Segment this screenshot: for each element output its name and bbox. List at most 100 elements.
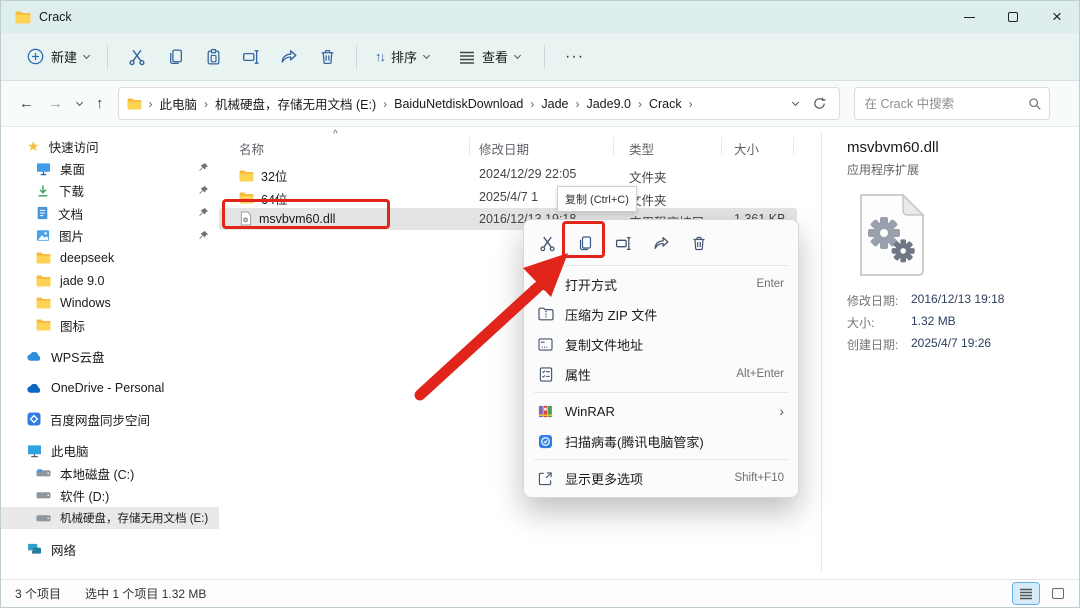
sidebar-item-label: 图标	[60, 319, 86, 334]
menu-item-label: 压缩为 ZIP 文件	[565, 307, 658, 323]
toolbar-separator	[544, 44, 546, 69]
share-menu-button[interactable]	[650, 232, 672, 254]
copy-menu-button[interactable]	[574, 232, 596, 254]
menu-item-virus-scan[interactable]: 扫描病毒(腾讯电脑管家)	[524, 426, 798, 456]
new-plus-icon	[27, 48, 44, 65]
sidebar-item-onedrive[interactable]: OneDrive - Personal	[1, 377, 219, 399]
selection-info: 选中 1 个项目 1.32 MB	[85, 587, 207, 601]
sort-ascending-icon: ^	[333, 129, 338, 140]
menu-item-winrar[interactable]: WinRAR ›	[524, 396, 798, 426]
large-thumbnails-view-button[interactable]	[1045, 583, 1071, 604]
file-modified: 2025/4/7 1	[479, 189, 539, 204]
sidebar-item-documents[interactable]: 文档	[1, 202, 219, 224]
breadcrumb-item-crack[interactable]: Crack	[649, 97, 682, 111]
column-header-type[interactable]: 类型	[629, 139, 654, 158]
menu-item-show-more-options[interactable]: 显示更多选项 Shift+F10	[524, 463, 798, 493]
sidebar-item-pictures[interactable]: 图片	[1, 225, 219, 247]
breadcrumb-item-baidunetdiskdownload[interactable]: BaiduNetdiskDownload	[394, 97, 523, 111]
details-created-value: 2025/4/7 19:26	[911, 336, 992, 350]
rename-button[interactable]	[232, 48, 270, 66]
see-more-button[interactable]: ···	[555, 48, 594, 66]
search-box[interactable]	[853, 87, 1050, 120]
menu-item-open-with[interactable]: 打开方式 Enter	[524, 269, 798, 299]
search-input[interactable]	[862, 95, 1028, 112]
search-icon	[1028, 97, 1042, 111]
paste-button[interactable]	[194, 48, 232, 66]
sidebar-item-quick-access[interactable]: ★ 快速访问	[1, 135, 219, 157]
copy-icon	[579, 235, 592, 250]
breadcrumb-item-drive-e[interactable]: 机械硬盘，存储无用文档 (E:)	[215, 94, 376, 113]
back-button[interactable]: ←	[19, 95, 34, 112]
breadcrumb-item-jade[interactable]: Jade	[541, 97, 568, 111]
breadcrumb[interactable]: › 此电脑 › 机械硬盘，存储无用文档 (E:) › BaiduNetdiskD…	[117, 87, 840, 120]
sidebar-item-drive-d[interactable]: 软件 (D:)	[1, 484, 219, 506]
address-dropdown-chevron[interactable]	[791, 98, 799, 106]
file-explorer-window: Crack × 新建 ↑↓ 排序 查看 ··· ← → ↑ › 此电脑 › 机械…	[0, 0, 1080, 608]
view-button-label: 查看	[482, 50, 509, 65]
sidebar-item-baidu-sync[interactable]: 百度网盘同步空间	[1, 408, 219, 430]
column-separator[interactable]	[793, 137, 794, 155]
column-header-name[interactable]: 名称	[239, 139, 264, 158]
sidebar-item-downloads[interactable]: 下载	[1, 180, 219, 202]
view-button[interactable]: 查看	[451, 41, 528, 72]
menu-item-label: WinRAR	[565, 403, 615, 419]
paste-icon	[207, 48, 219, 65]
column-separator[interactable]	[469, 137, 470, 155]
delete-menu-button[interactable]	[688, 232, 710, 254]
breadcrumb-separator: ›	[148, 96, 153, 111]
sidebar-item-this-pc[interactable]: 此电脑	[1, 440, 219, 462]
menu-item-properties[interactable]: 属性 Alt+Enter	[524, 359, 798, 389]
sidebar-item-deepseek[interactable]: deepseek	[1, 247, 219, 269]
pin-icon	[198, 185, 209, 196]
properties-icon	[536, 366, 555, 382]
close-button[interactable]: ×	[1035, 1, 1079, 33]
share-icon	[653, 236, 669, 249]
copy-button[interactable]	[156, 48, 194, 66]
menu-item-copy-path[interactable]: 复制文件地址	[524, 329, 798, 359]
cut-button[interactable]	[118, 48, 156, 66]
sidebar-item-windows[interactable]: Windows	[1, 292, 219, 314]
minimize-button[interactable]	[947, 1, 991, 33]
minimize-icon	[963, 16, 975, 18]
refresh-button[interactable]	[812, 96, 827, 111]
forward-button[interactable]: →	[48, 95, 63, 112]
rename-menu-button[interactable]	[612, 232, 634, 254]
sort-button[interactable]: ↑↓ 排序	[367, 41, 437, 72]
column-header-size[interactable]: 大小	[734, 139, 759, 158]
sidebar-item-desktop[interactable]: 桌面	[1, 157, 219, 179]
share-icon	[281, 49, 297, 63]
cut-icon	[539, 236, 555, 251]
sidebar-item-drive-e[interactable]: 机械硬盘，存储无用文档 (E:)	[1, 506, 219, 530]
recent-locations-chevron[interactable]	[75, 98, 84, 106]
menu-item-compress-zip[interactable]: 压缩为 ZIP 文件	[524, 299, 798, 329]
up-button[interactable]: ↑	[96, 95, 104, 112]
details-view-button[interactable]	[1012, 582, 1040, 605]
column-header-modified[interactable]: 修改日期	[479, 139, 529, 158]
sidebar-item-tubiao[interactable]: 图标	[1, 314, 219, 336]
breadcrumb-item-jade9[interactable]: Jade9.0	[586, 97, 630, 111]
breadcrumb-item-this-pc[interactable]: 此电脑	[160, 94, 198, 113]
share-button[interactable]	[270, 48, 308, 66]
sidebar-item-label: 此电脑	[51, 445, 89, 460]
open-with-icon	[536, 277, 555, 292]
sort-button-label: 排序	[391, 50, 418, 65]
submenu-chevron-icon: ›	[779, 403, 784, 419]
column-separator[interactable]	[613, 137, 614, 155]
file-row-32bit[interactable]: 32位 2024/12/29 22:05 文件夹	[219, 163, 797, 185]
maximize-button[interactable]	[991, 1, 1035, 33]
new-button[interactable]: 新建	[19, 41, 97, 72]
column-separator[interactable]	[721, 137, 722, 155]
item-count: 3 个项目	[15, 587, 62, 601]
cut-menu-button[interactable]	[536, 232, 558, 254]
cut-icon	[129, 49, 145, 65]
sidebar-item-drive-c[interactable]: 本地磁盘 (C:)	[1, 462, 219, 484]
details-created-row: 创建日期: 2025/4/7 19:26	[847, 336, 1079, 353]
drive-icon	[36, 469, 51, 478]
details-size-row: 大小: 1.32 MB	[847, 314, 1079, 331]
sidebar-item-jade90[interactable]: jade 9.0	[1, 269, 219, 291]
sidebar-item-network[interactable]: 网络	[1, 538, 219, 560]
delete-button[interactable]	[308, 48, 346, 66]
sidebar-item-wps-cloud[interactable]: WPS云盘	[1, 346, 219, 368]
file-row-64bit[interactable]: 64位 2025/4/7 1 文件夹	[219, 186, 797, 208]
breadcrumb-separator: ›	[575, 96, 580, 111]
